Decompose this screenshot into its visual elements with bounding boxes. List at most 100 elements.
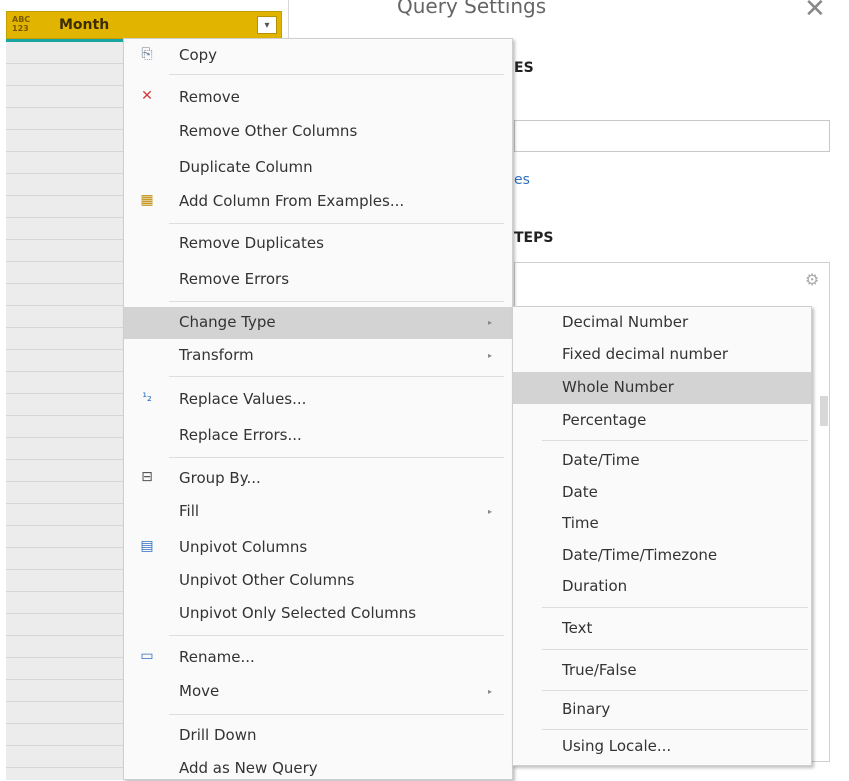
- submenu-item-label: Date/Time/Timezone: [562, 546, 718, 564]
- remove-column-icon: ✕: [141, 88, 153, 104]
- applied-steps-heading: TEPS: [514, 230, 554, 246]
- menu-item-label: Remove Errors: [179, 270, 290, 288]
- menu-item-replace-values[interactable]: ¹₂ Replace Values...: [124, 390, 512, 416]
- menu-item-copy[interactable]: ⎘ Copy: [124, 46, 512, 72]
- menu-separator: [169, 223, 504, 224]
- menu-item-duplicate-column[interactable]: Duplicate Column: [124, 158, 512, 184]
- submenu-item-label: Fixed decimal number: [562, 345, 729, 363]
- submenu-item-true-false[interactable]: True/False: [513, 661, 811, 687]
- menu-item-label: Remove Other Columns: [179, 122, 358, 140]
- menu-item-label: Drill Down: [179, 726, 257, 744]
- submenu-item-text[interactable]: Text: [513, 619, 811, 645]
- submenu-item-datetimezone[interactable]: Date/Time/Timezone: [513, 546, 811, 572]
- gear-icon[interactable]: ⚙: [805, 270, 819, 289]
- menu-item-fill[interactable]: Fill ▸: [124, 502, 512, 528]
- menu-item-label: Unpivot Only Selected Columns: [179, 604, 417, 622]
- submenu-item-fixed-decimal-number[interactable]: Fixed decimal number: [513, 345, 811, 371]
- submenu-separator: [542, 607, 808, 608]
- menu-item-label: Add Column From Examples...: [179, 192, 405, 210]
- change-type-submenu: Decimal Number Fixed decimal number Whol…: [512, 306, 812, 766]
- menu-item-label: Replace Values...: [179, 390, 307, 408]
- menu-item-label: Add as New Query: [179, 759, 318, 777]
- submenu-arrow-icon: ▸: [488, 507, 493, 516]
- submenu-item-label: Binary: [562, 700, 611, 718]
- menu-item-change-type[interactable]: Change Type ▸: [124, 307, 512, 339]
- menu-item-add-column-from-examples[interactable]: ▦ Add Column From Examples...: [124, 192, 512, 218]
- submenu-item-label: Date: [562, 483, 598, 501]
- menu-item-label: Change Type: [179, 313, 276, 331]
- submenu-separator: [542, 649, 808, 650]
- menu-item-label: Group By...: [179, 469, 261, 487]
- copy-icon: ⎘: [141, 46, 153, 62]
- submenu-item-decimal-number[interactable]: Decimal Number: [513, 313, 811, 339]
- submenu-item-time[interactable]: Time: [513, 514, 811, 540]
- menu-separator: [169, 714, 504, 715]
- menu-separator: [169, 635, 504, 636]
- menu-item-move[interactable]: Move ▸: [124, 682, 512, 708]
- menu-item-label: Remove Duplicates: [179, 234, 324, 252]
- submenu-arrow-icon: ▸: [488, 351, 493, 360]
- query-settings-title: Query Settings: [397, 0, 547, 18]
- group-by-icon: ⊟: [141, 469, 153, 485]
- query-name-input[interactable]: [514, 120, 830, 152]
- submenu-separator: [542, 690, 808, 691]
- submenu-item-duration[interactable]: Duration: [513, 577, 811, 603]
- submenu-arrow-icon: ▸: [488, 318, 493, 327]
- submenu-item-label: Time: [562, 514, 599, 532]
- menu-separator: [169, 301, 504, 302]
- submenu-item-label: Decimal Number: [562, 313, 689, 331]
- menu-item-unpivot-other-columns[interactable]: Unpivot Other Columns: [124, 571, 512, 597]
- submenu-item-label: True/False: [562, 661, 637, 679]
- submenu-item-percentage[interactable]: Percentage: [513, 411, 811, 437]
- menu-item-replace-errors[interactable]: Replace Errors...: [124, 426, 512, 452]
- menu-item-label: Remove: [179, 88, 240, 106]
- add-column-examples-icon: ▦: [140, 192, 154, 208]
- submenu-item-label: Date/Time: [562, 451, 640, 469]
- column-header-month[interactable]: ABC 123 Month ▾: [6, 11, 282, 39]
- menu-item-unpivot-columns[interactable]: ▤ Unpivot Columns: [124, 538, 512, 564]
- menu-item-remove[interactable]: ✕ Remove: [124, 88, 512, 114]
- submenu-item-binary[interactable]: Binary: [513, 700, 811, 726]
- submenu-separator: [542, 729, 808, 730]
- replace-values-icon: ¹₂: [142, 390, 152, 404]
- menu-item-label: Copy: [179, 46, 218, 64]
- menu-item-rename[interactable]: ▭ Rename...: [124, 648, 512, 674]
- properties-heading: ES: [514, 60, 534, 76]
- menu-item-label: Duplicate Column: [179, 158, 313, 176]
- submenu-arrow-icon: ▸: [488, 687, 493, 696]
- menu-item-remove-errors[interactable]: Remove Errors: [124, 270, 512, 296]
- close-icon[interactable]: ✕: [804, 0, 826, 24]
- column-dropdown-icon[interactable]: ▾: [257, 16, 277, 34]
- steps-scrollbar[interactable]: [820, 396, 828, 426]
- menu-item-label: Replace Errors...: [179, 426, 302, 444]
- all-properties-link[interactable]: es: [514, 172, 530, 188]
- menu-item-add-as-new-query[interactable]: Add as New Query: [124, 759, 512, 781]
- submenu-item-label: Percentage: [562, 411, 647, 429]
- submenu-item-label: Text: [562, 619, 593, 637]
- menu-item-label: Fill: [179, 502, 200, 520]
- submenu-item-label: Duration: [562, 577, 628, 595]
- menu-item-group-by[interactable]: ⊟ Group By...: [124, 469, 512, 495]
- menu-item-transform[interactable]: Transform ▸: [124, 346, 512, 372]
- submenu-item-label: Whole Number: [562, 378, 674, 396]
- menu-item-label: Rename...: [179, 648, 255, 666]
- submenu-separator: [542, 440, 808, 441]
- menu-item-remove-other-columns[interactable]: Remove Other Columns: [124, 122, 512, 148]
- column-name: Month: [59, 17, 110, 33]
- menu-item-unpivot-only-selected-columns[interactable]: Unpivot Only Selected Columns: [124, 604, 512, 630]
- menu-separator: [169, 376, 504, 377]
- submenu-item-date[interactable]: Date: [513, 483, 811, 509]
- menu-separator: [169, 74, 504, 75]
- menu-item-label: Unpivot Columns: [179, 538, 308, 556]
- submenu-item-label: Using Locale...: [562, 737, 672, 755]
- menu-item-drill-down[interactable]: Drill Down: [124, 726, 512, 752]
- column-context-menu: ⎘ Copy ✕ Remove Remove Other Columns Dup…: [123, 38, 513, 780]
- submenu-item-whole-number[interactable]: Whole Number: [513, 372, 811, 404]
- menu-item-remove-duplicates[interactable]: Remove Duplicates: [124, 234, 512, 260]
- menu-item-label: Move: [179, 682, 220, 700]
- submenu-item-datetime[interactable]: Date/Time: [513, 451, 811, 477]
- any-type-icon[interactable]: ABC 123: [12, 15, 30, 33]
- submenu-item-using-locale[interactable]: Using Locale...: [513, 737, 811, 763]
- menu-separator: [169, 457, 504, 458]
- rename-icon: ▭: [140, 648, 154, 664]
